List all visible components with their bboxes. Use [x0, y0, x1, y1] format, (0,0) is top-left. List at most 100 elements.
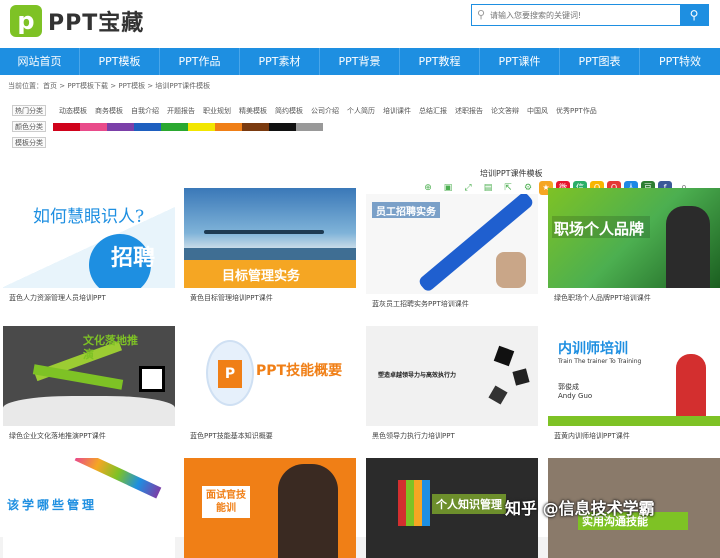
content-area: 当前位置：首页 > PPT模板下载 > PPT模板 > 培训PPT课件模板 热门…: [0, 75, 720, 558]
color-swatch[interactable]: [53, 122, 80, 131]
hot-category-label: 热门分类: [12, 105, 46, 116]
card-title-text: 员工招聘实务: [376, 207, 436, 218]
hot-category-row: 热门分类 动态模板 商务模板 自我介绍 开题报告 职业规划 精美模板 简约模板 公司介绍 个人简…: [12, 103, 605, 118]
hot-category-link[interactable]: 培训课件: [383, 106, 411, 116]
hot-category-link[interactable]: 简约模板: [275, 106, 303, 116]
card-title-text: 塑造卓越领导力与高效执行力: [378, 372, 457, 379]
card-thumbnail: 该学哪些管理: [3, 458, 175, 558]
card-caption: 蓝色PPT技能基本知识概要: [190, 432, 273, 440]
nav-item[interactable]: PPT图表: [560, 48, 640, 75]
nav-item[interactable]: PPT教程: [400, 48, 480, 75]
template-card[interactable]: 目标管理实务 黄色目标管理培训PPT课件: [184, 188, 356, 303]
template-card[interactable]: 内训师培训 Train The trainer To Training 郭俊成 …: [548, 326, 720, 441]
search-input[interactable]: [490, 5, 680, 25]
card-presenter-name: 郭俊成: [558, 383, 579, 391]
card-thumbnail: 塑造卓越领导力与高效执行力: [366, 326, 538, 426]
color-swatch[interactable]: [215, 122, 242, 131]
card-presenter-name-en: Andy Guo: [558, 392, 593, 400]
template-category-row: 模板分类: [12, 135, 605, 150]
logo-icon: p: [10, 5, 42, 37]
hot-category-link[interactable]: 优秀PPT作品: [556, 106, 597, 116]
card-caption: 黑色领导力执行力培训PPT: [372, 432, 455, 440]
card-caption: 绿色职场个人品牌PPT培训课件: [554, 294, 651, 302]
template-card[interactable]: P PPT技能概要 蓝色PPT技能基本知识概要: [184, 326, 356, 441]
card-title-text: PPT技能概要: [256, 363, 343, 379]
card-thumbnail: 内训师培训 Train The trainer To Training 郭俊成 …: [548, 326, 720, 426]
hot-category-link[interactable]: 自我介绍: [131, 106, 159, 116]
template-card[interactable]: 员工招聘实务 蓝灰员工招聘实务PPT培训课件: [366, 194, 538, 309]
hot-category-link[interactable]: 公司介绍: [311, 106, 339, 116]
card-subtitle-text: Train The trainer To Training: [558, 358, 642, 365]
card-thumbnail: 职场个人品牌: [548, 188, 720, 288]
card-caption: 黄色目标管理培训PPT课件: [190, 294, 273, 302]
hot-category-link[interactable]: 动态模板: [59, 106, 87, 116]
card-thumbnail: 如何慧眼识人? 招聘: [3, 188, 175, 288]
nav-item[interactable]: PPT背景: [320, 48, 400, 75]
save-icon[interactable]: ▤: [479, 181, 497, 195]
template-card[interactable]: 文化落地推演 绿色企业文化落地推演PPT课件: [3, 326, 175, 441]
template-card[interactable]: 面试官技能训: [184, 458, 356, 558]
color-category-label: 颜色分类: [12, 121, 46, 132]
breadcrumb: 当前位置：首页 > PPT模板下载 > PPT模板 > 培训PPT课件模板: [8, 82, 211, 90]
template-card[interactable]: 塑造卓越领导力与高效执行力 黑色领导力执行力培训PPT: [366, 326, 538, 441]
color-swatch[interactable]: [134, 122, 161, 131]
search-icon: ⚲: [476, 8, 486, 21]
color-swatch[interactable]: [188, 122, 215, 131]
color-swatch[interactable]: [242, 122, 269, 131]
filters: 热门分类 动态模板 商务模板 自我介绍 开题报告 职业规划 精美模板 简约模板 公司介绍 个人简…: [12, 103, 605, 151]
card-thumbnail: 面试官技能训: [184, 458, 356, 558]
card-caption: 蓝灰员工招聘实务PPT培训课件: [372, 300, 469, 308]
card-title-text: 文化落地推演: [83, 334, 138, 361]
header: p PPT宝藏 ⚲ ⚲: [0, 0, 720, 48]
color-swatch[interactable]: [296, 122, 323, 131]
page-icon[interactable]: ▣: [439, 181, 457, 195]
settings-icon[interactable]: ⚙: [519, 181, 537, 195]
color-swatch[interactable]: [80, 122, 107, 131]
template-card[interactable]: 职场个人品牌 绿色职场个人品牌PPT培训课件: [548, 188, 720, 303]
nav-item[interactable]: PPT作品: [160, 48, 240, 75]
hot-category-link[interactable]: 职业规划: [203, 106, 231, 116]
hot-category-link[interactable]: 述职报告: [455, 106, 483, 116]
site-name: PPT宝藏: [48, 11, 145, 36]
card-caption: 绿色企业文化落地推演PPT课件: [9, 432, 106, 440]
card-title-text: 如何慧眼识人?: [33, 207, 145, 227]
card-title-text: 个人知识管理: [432, 494, 506, 514]
card-caption: 蓝黄内训师培训PPT课件: [554, 432, 630, 440]
template-category-label: 模板分类: [12, 137, 46, 148]
card-thumbnail: 目标管理实务: [184, 188, 356, 288]
main-nav: 网站首页 PPT模板 PPT作品 PPT素材 PPT背景 PPT教程 PPT课件 PPT图表 P…: [0, 48, 720, 75]
hot-category-link[interactable]: 商务模板: [95, 106, 123, 116]
zoom-in-icon[interactable]: ⊕: [419, 181, 437, 195]
card-thumbnail: 文化落地推演: [3, 326, 175, 426]
watermark: 知乎 @信息技术学霸: [505, 499, 655, 518]
color-swatch[interactable]: [269, 122, 296, 131]
nav-item[interactable]: PPT素材: [240, 48, 320, 75]
card-title-text: 目标管理实务: [222, 269, 301, 284]
hot-category-link[interactable]: 开题报告: [167, 106, 195, 116]
fullscreen-icon[interactable]: ⤢: [459, 181, 477, 195]
nav-item[interactable]: PPT模板: [80, 48, 160, 75]
hot-category-link[interactable]: 中国风: [527, 106, 548, 116]
nav-item[interactable]: PPT课件: [480, 48, 560, 75]
hot-category-link[interactable]: 精美模板: [239, 106, 267, 116]
template-card[interactable]: 该学哪些管理: [3, 458, 175, 558]
logo[interactable]: p PPT宝藏: [10, 5, 144, 37]
hot-category-link[interactable]: 论文答辩: [491, 106, 519, 116]
card-title-text: 面试官技能训: [202, 486, 250, 518]
card-title-text: 该学哪些管理: [7, 498, 98, 512]
color-category-row: 颜色分类: [12, 119, 605, 134]
color-swatch[interactable]: [107, 122, 134, 131]
card-title-text: 职场个人品牌: [554, 220, 645, 238]
search-box: ⚲ ⚲: [471, 4, 709, 26]
nav-item[interactable]: PPT特效: [640, 48, 720, 75]
export-icon[interactable]: ⇱: [499, 181, 517, 195]
search-button[interactable]: ⚲: [680, 5, 708, 25]
nav-item[interactable]: 网站首页: [0, 48, 80, 75]
hot-category-link[interactable]: 总结汇报: [419, 106, 447, 116]
card-title-text: 招聘: [111, 246, 156, 271]
color-swatch[interactable]: [161, 122, 188, 131]
card-caption: 蓝色人力资源管理人员培训PPT: [9, 294, 106, 302]
card-title-text: 内训师培训: [558, 341, 628, 357]
hot-category-link[interactable]: 个人简历: [347, 106, 375, 116]
template-card[interactable]: 如何慧眼识人? 招聘 蓝色人力资源管理人员培训PPT: [3, 188, 175, 303]
